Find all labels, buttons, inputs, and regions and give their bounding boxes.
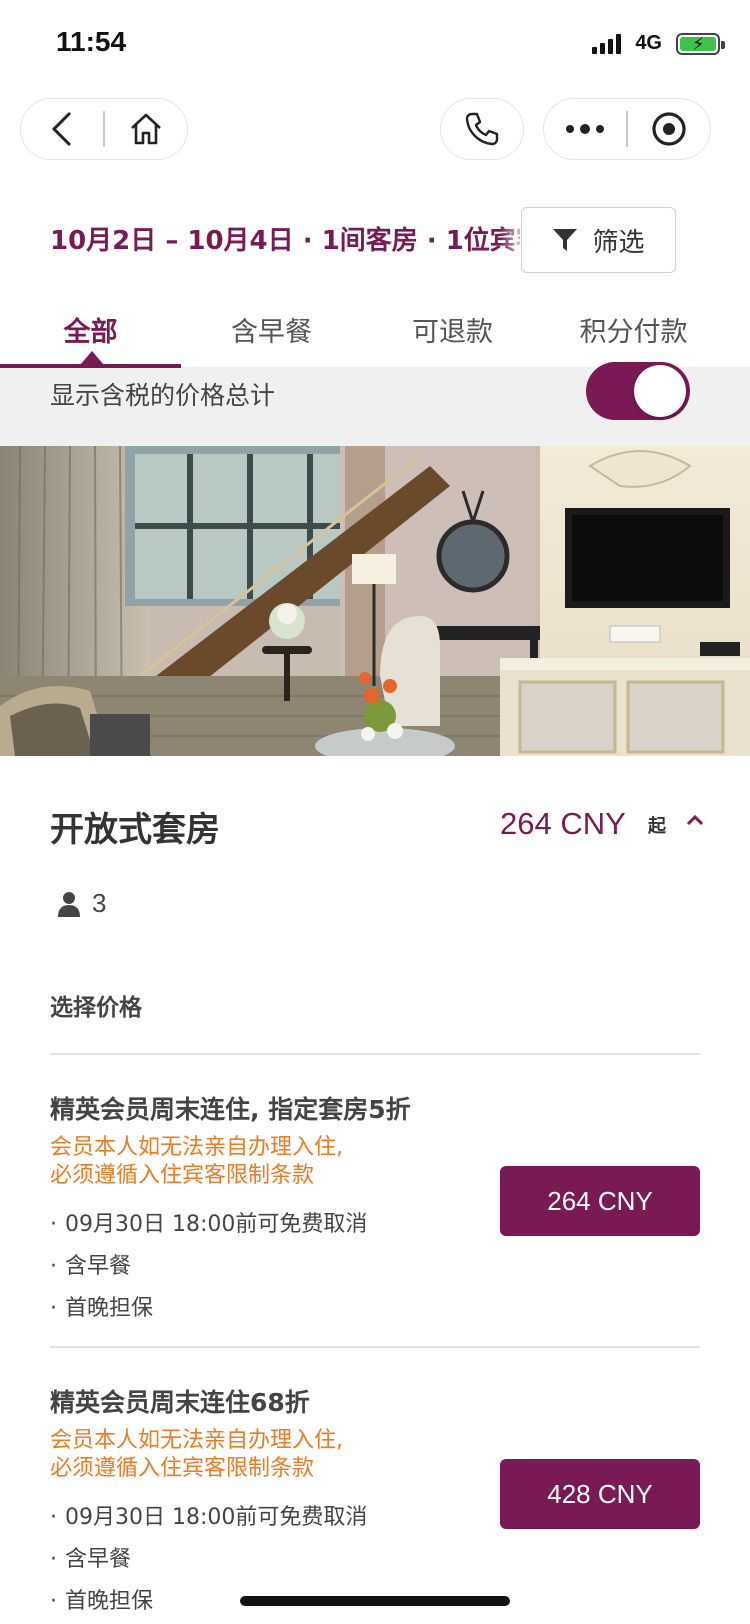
phone-icon [465, 112, 499, 146]
record-icon [652, 112, 686, 146]
room-name: 开放式套房 [50, 810, 220, 850]
divider [50, 1053, 700, 1055]
filter-button[interactable]: 筛选 [521, 207, 676, 273]
back-icon [52, 111, 72, 147]
tab-all[interactable]: 全部 [0, 290, 181, 368]
rate-card: 精英会员周末连住, 指定套房5折 会员本人如无法亲自办理入住, 必须遵循入住宾客… [50, 1090, 700, 1330]
toggle-knob [634, 365, 686, 417]
filter-icon [553, 229, 578, 251]
filter-label: 筛选 [592, 227, 645, 258]
close-miniprogram-button[interactable] [628, 98, 710, 160]
home-icon [130, 113, 161, 145]
battery-icon: ⚡ [676, 32, 725, 55]
person-icon [58, 891, 80, 917]
network-label: 4G [635, 32, 662, 54]
tax-toggle-row: 显示含税的价格总计 [0, 362, 750, 446]
phone-button[interactable] [440, 98, 524, 160]
room-capacity: 3 [58, 888, 106, 919]
home-indicator[interactable] [240, 1596, 510, 1606]
rate-filter-tabs: 全部 含早餐 可退款 积分付款 [0, 290, 750, 368]
status-bar: 11:54 4G ⚡ [0, 0, 750, 88]
book-rate-button[interactable]: 264 CNY [500, 1166, 700, 1236]
book-rate-button[interactable]: 428 CNY [500, 1459, 700, 1529]
signal-icon [592, 33, 622, 54]
room-from-price: 264 CNY [500, 806, 626, 841]
tab-breakfast[interactable]: 含早餐 [181, 290, 362, 368]
tax-toggle-label: 显示含税的价格总计 [50, 381, 276, 410]
rate-feature: 含早餐 [50, 1539, 700, 1581]
home-button[interactable] [105, 98, 187, 160]
nav-back-home-capsule [20, 98, 188, 160]
rate-note-line: 会员本人如无法亲自办理入住, [50, 1135, 343, 1160]
miniprogram-capsule [543, 98, 711, 160]
room-price-suffix: 起 [648, 816, 666, 837]
rate-card: 精英会员周末连住68折 会员本人如无法亲自办理入住, 必须遵循入住宾客限制条款 … [50, 1383, 700, 1623]
divider [50, 1346, 700, 1348]
status-indicators: 4G ⚡ [592, 32, 725, 55]
more-icon [566, 124, 605, 134]
rate-feature: 首晚担保 [50, 1288, 700, 1330]
rate-feature: 含早餐 [50, 1246, 700, 1288]
more-button[interactable] [544, 98, 626, 160]
capacity-count: 3 [92, 888, 107, 918]
rate-note-line: 会员本人如无法亲自办理入住, [50, 1428, 343, 1453]
select-price-heading: 选择价格 [50, 995, 142, 1021]
collapse-room-button[interactable] [686, 812, 704, 831]
status-time: 11:54 [56, 26, 127, 57]
room-photo[interactable] [0, 446, 750, 756]
tab-refundable[interactable]: 可退款 [362, 290, 543, 368]
room-photo-illustration [0, 446, 750, 756]
rate-title: 精英会员周末连住68折 [50, 1388, 310, 1417]
rate-title: 精英会员周末连住, 指定套房5折 [50, 1095, 411, 1124]
search-summary-bar: 10月2日 – 10月4日 · 1间客房 · 1位宾客 筛选 [0, 200, 750, 290]
chevron-up-icon [686, 814, 704, 826]
tax-toggle-switch[interactable] [586, 362, 690, 420]
back-button[interactable] [21, 98, 103, 160]
search-summary-text[interactable]: 10月2日 – 10月4日 · 1间客房 · 1位宾客 [50, 220, 520, 257]
tab-points[interactable]: 积分付款 [543, 290, 724, 368]
